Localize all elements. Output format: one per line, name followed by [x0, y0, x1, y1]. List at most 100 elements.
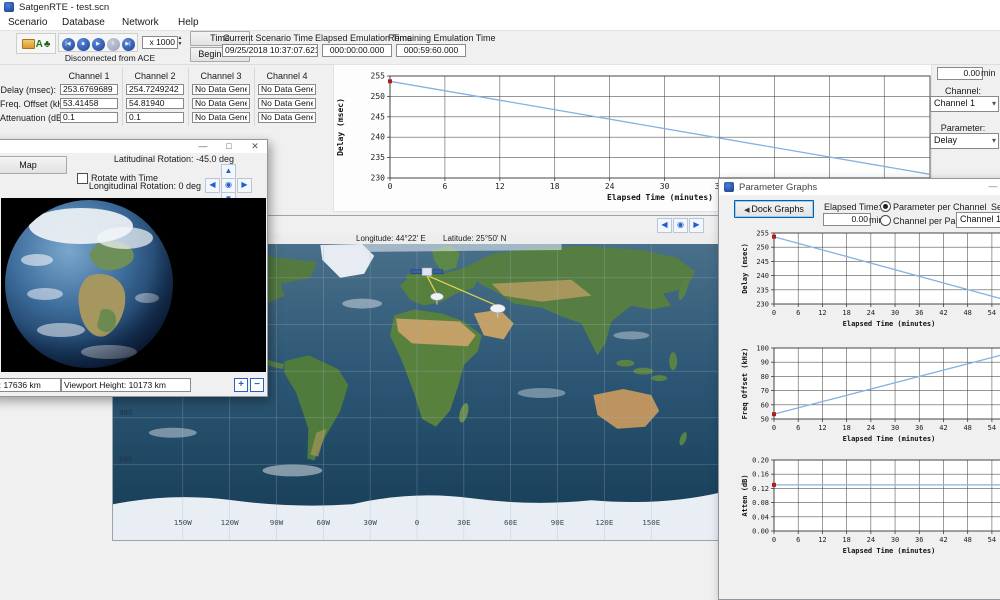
svg-text:80: 80 [761, 373, 769, 381]
freq-ch4-field[interactable] [258, 98, 316, 109]
atten-ch1-field[interactable] [60, 112, 118, 123]
svg-text:230: 230 [371, 174, 386, 183]
lon-tick-label: 120E [595, 518, 613, 527]
connection-status: Disconnected from ACE [55, 53, 165, 63]
channel-3-header: Channel 3 [192, 71, 250, 81]
svg-text:0: 0 [772, 536, 776, 544]
ace-a-icon[interactable]: A [36, 39, 43, 50]
zoom-in-button[interactable]: + [234, 378, 248, 392]
pg-elapsed-time-field[interactable]: 0.00 [823, 213, 871, 226]
svg-text:90: 90 [761, 359, 769, 367]
atten-ch2-field[interactable] [126, 112, 184, 123]
lon-tick-label: 60W [317, 518, 331, 527]
menu-database[interactable]: Database [62, 17, 105, 28]
svg-text:245: 245 [756, 258, 769, 266]
rotate-right-button[interactable]: ▶ [237, 178, 252, 193]
rotate-left-button[interactable]: ◀ [205, 178, 220, 193]
param-graphs-titlebar: Parameter Graphs — [719, 179, 1000, 195]
delay-ch3-field[interactable] [192, 84, 250, 95]
freq-offset-row-label: Freq. Offset (kHz): [0, 99, 56, 109]
play-button[interactable]: ▶ [92, 38, 105, 51]
globe-shading [5, 200, 173, 368]
svg-text:24: 24 [867, 309, 875, 317]
lat-tick-label: 60S [119, 455, 132, 464]
svg-text:48: 48 [963, 309, 971, 317]
svg-text:12: 12 [818, 424, 826, 432]
svg-text:48: 48 [963, 536, 971, 544]
svg-text:0.12: 0.12 [752, 485, 769, 493]
viewpoint-height-readout: h: 17636 km [0, 378, 61, 392]
speed-spinner[interactable]: ▲▼ [176, 35, 184, 49]
svg-text:Delay (msec): Delay (msec) [336, 98, 345, 156]
svg-text:42: 42 [939, 309, 947, 317]
skip-to-end-button[interactable]: ▶| [122, 38, 135, 51]
lon-tick-label: 150E [642, 518, 660, 527]
delay-ch4-field[interactable] [258, 84, 316, 95]
pg-channel-select[interactable]: Channel 1 [956, 212, 1000, 228]
svg-text:0.08: 0.08 [752, 499, 769, 507]
svg-text:36: 36 [915, 536, 923, 544]
svg-text:240: 240 [756, 272, 769, 280]
delay-ch1-field[interactable] [60, 84, 118, 95]
freq-ch3-field[interactable] [192, 98, 250, 109]
globe-view[interactable] [1, 198, 266, 372]
freq-ch2-field[interactable] [126, 98, 184, 109]
channel-select[interactable]: Channel 1▾ [930, 96, 999, 112]
dock-graphs-button[interactable]: ◀ Dock Graphs [734, 200, 814, 218]
pg-delay-chart: 061218243036424854230235240245250255Elap… [739, 229, 1000, 329]
open-folder-icon[interactable] [22, 39, 35, 49]
svg-text:42: 42 [939, 536, 947, 544]
svg-text:0.16: 0.16 [752, 471, 769, 479]
channel-per-parameter-radio[interactable] [880, 215, 891, 226]
svg-text:0: 0 [772, 309, 776, 317]
stop-button[interactable]: ■ [77, 38, 90, 51]
parameter-select[interactable]: Delay▾ [930, 133, 999, 149]
lat-tick-label: 30S [119, 408, 132, 417]
atten-ch3-field[interactable] [192, 112, 250, 123]
cut-off-label: Se [991, 202, 1000, 212]
svg-text:Elapsed Time (minutes): Elapsed Time (minutes) [843, 435, 936, 443]
skip-to-start-button[interactable]: |◀ [62, 38, 75, 51]
main-elapsed-min-field[interactable]: 0.00 [937, 67, 983, 80]
svg-text:30: 30 [891, 309, 899, 317]
svg-text:0.00: 0.00 [752, 528, 769, 536]
minimize-button[interactable]: — [981, 181, 1000, 192]
viewport-height-readout: Viewport Height: 10173 km [61, 378, 191, 392]
parameter-per-channel-radio[interactable] [880, 201, 891, 212]
map-pan-left-button[interactable]: ◀ [657, 218, 672, 233]
channel-2-header: Channel 2 [126, 71, 184, 81]
svg-text:Delay (msec): Delay (msec) [741, 243, 749, 294]
delay-ch2-field[interactable] [126, 84, 184, 95]
channel-1-header: Channel 1 [60, 71, 118, 81]
attenuation-row-label: Attenuation (dB): [0, 113, 56, 123]
remaining-emulation-time-value: 000:59:60.000 [396, 44, 466, 57]
svg-text:Elapsed Time (minutes): Elapsed Time (minutes) [843, 547, 936, 555]
menu-scenario[interactable]: Scenario [8, 17, 47, 28]
minimize-button[interactable]: — [191, 141, 215, 152]
pg-atten-chart: 0612182430364248540.000.040.080.120.160.… [739, 456, 1000, 556]
map-pan-right-button[interactable]: ▶ [689, 218, 704, 233]
current-scenario-time-label: Current Scenario Time [222, 33, 314, 43]
maximize-button[interactable]: □ [217, 141, 241, 152]
menu-network[interactable]: Network [122, 17, 159, 28]
speed-multiplier-input[interactable]: x 1000 [142, 36, 178, 49]
svg-text:24: 24 [867, 424, 875, 432]
svg-text:255: 255 [371, 72, 386, 81]
tree-icon[interactable]: ♣ [44, 39, 51, 50]
menu-help[interactable]: Help [178, 17, 199, 28]
lon-tick-label: 90E [551, 518, 565, 527]
rotate-up-button[interactable]: ▲ [221, 164, 236, 179]
pause-button[interactable]: ‖ [107, 38, 120, 51]
svg-text:70: 70 [761, 387, 769, 395]
atten-ch4-field[interactable] [258, 112, 316, 123]
window-title: SatgenRTE - test.scn [19, 2, 109, 13]
freq-ch1-field[interactable] [60, 98, 118, 109]
close-button[interactable]: ✕ [243, 141, 267, 152]
zoom-out-button[interactable]: − [250, 378, 264, 392]
svg-text:24: 24 [605, 182, 615, 191]
svg-text:24: 24 [867, 536, 875, 544]
lon-tick-label: 0 [415, 518, 420, 527]
rotate-with-time-checkbox[interactable] [77, 173, 88, 184]
map-center-button[interactable]: ◉ [673, 218, 688, 233]
rotate-center-button[interactable]: ◉ [221, 178, 236, 193]
